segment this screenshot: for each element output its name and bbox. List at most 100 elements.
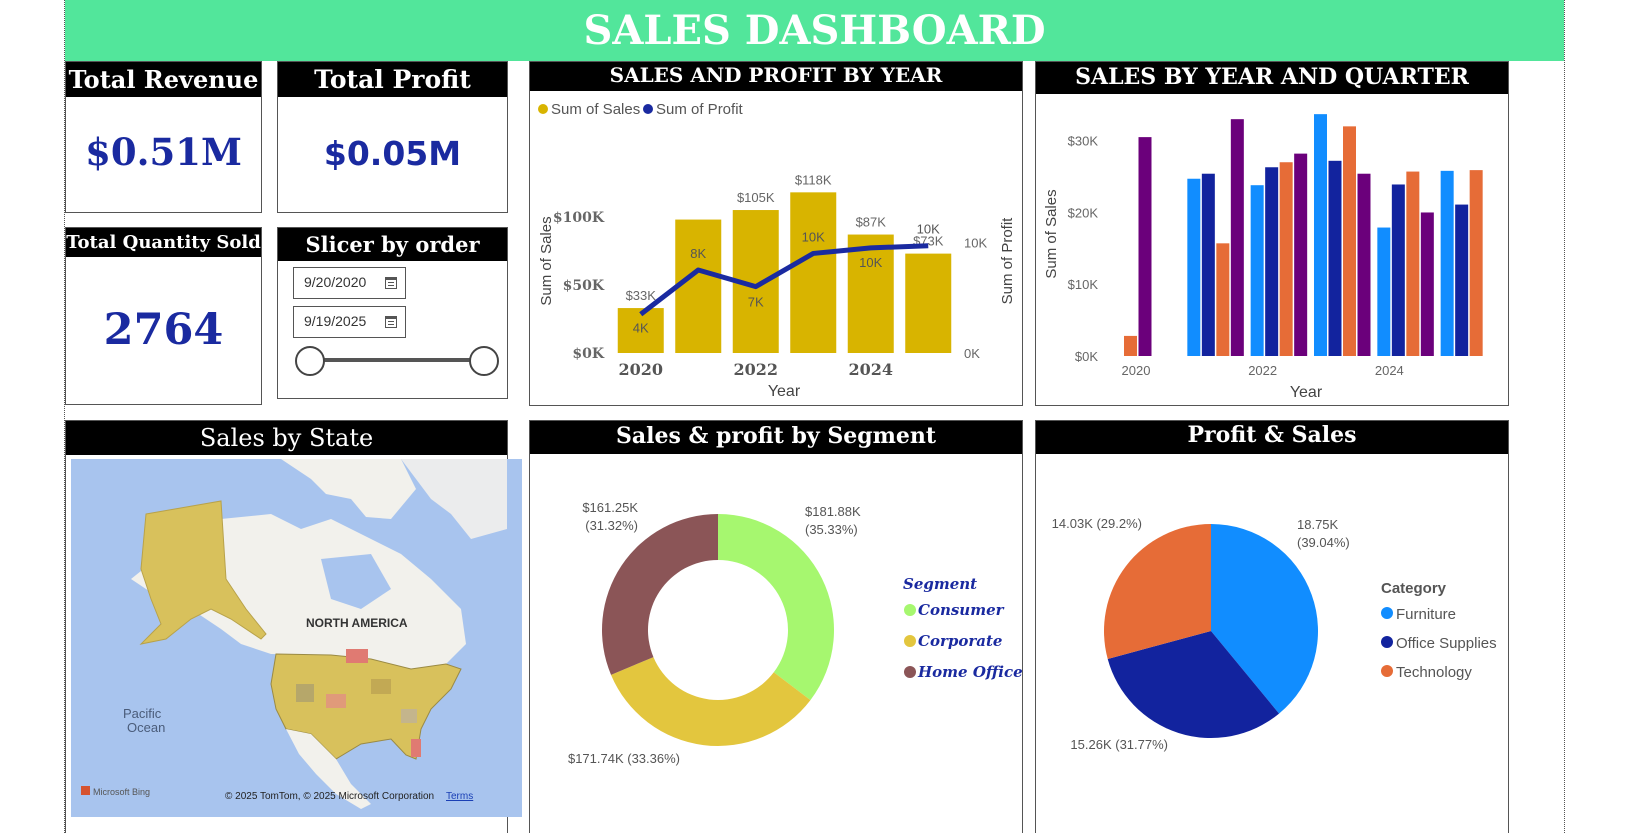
slicer-end-handle[interactable]	[469, 346, 499, 376]
kpi-total-revenue-card[interactable]: Total Revenue $0.51M	[65, 61, 262, 213]
sales-bar	[790, 192, 837, 353]
profit-point-label: 10K	[917, 222, 940, 237]
sales-profit-by-segment-card: Sales & profit by Segment $181.88K (35.33…	[529, 420, 1023, 833]
y2-axis-title: Sum of Profit	[999, 217, 1016, 305]
quarter-bar	[1279, 162, 1293, 356]
profit-point-label: 7K	[748, 295, 764, 310]
slice-value-label: $181.88K	[805, 504, 861, 519]
profit-sales-by-category-card: Profit & Sales 18.75K (39.04%) 15.26K (31.…	[1035, 420, 1509, 833]
sales-profit-by-year-card: SALES AND PROFIT BY YEAR Sum of Sales Sum…	[529, 61, 1023, 406]
legend-profit-marker	[643, 104, 653, 114]
kpi-total-profit-value: $0.05M	[323, 134, 462, 173]
map-ocean-label-2: Ocean	[127, 720, 165, 735]
x-axis-title: Year	[768, 383, 801, 400]
legend-marker	[1381, 636, 1393, 648]
profit-sales-by-category-chart: 18.75K (39.04%) 15.26K (31.77%) 14.03K (29.…	[1052, 516, 1497, 752]
sales-bar-label: $87K	[856, 215, 887, 230]
legend-label: Furniture	[1396, 606, 1456, 623]
x-tick-label: 2024	[848, 360, 893, 379]
slice-value-label: 14.03K (29.2%)	[1052, 516, 1142, 531]
slice-percent-label: (31.32%)	[585, 518, 638, 533]
profit-point-label: 4K	[633, 320, 649, 335]
map-brand: Microsoft Bing	[93, 787, 150, 797]
dashboard-title: SALES DASHBOARD	[65, 0, 1564, 61]
sales-by-state-map[interactable]: NORTH AMERICA Pacific Ocean Microsoft Bi…	[71, 459, 522, 817]
sales-by-year-quarter-chart: $0K $10K $20K $30K Sum of Sales Year 2020 2022 2…	[1043, 114, 1483, 401]
x-axis-title: Year	[1290, 384, 1323, 401]
slicer-start-date-input[interactable]: 9/20/2020	[293, 267, 406, 299]
y-tick-label: $0K	[572, 346, 604, 362]
kpi-total-revenue-label: Total Revenue	[66, 62, 261, 97]
x-tick-label: 2020	[1122, 363, 1151, 378]
quarter-bar	[1138, 137, 1152, 356]
slice-value-label: 18.75K	[1297, 517, 1339, 532]
segment-slice	[602, 514, 718, 675]
slicer-start-date-value: 9/20/2020	[304, 274, 367, 290]
quarter-bar	[1216, 243, 1230, 356]
sales-by-state-card: Sales by State NORTH AMERICA Pacific Oce…	[65, 420, 522, 833]
sales-by-year-quarter-card: SALES BY YEAR AND QUARTER $0K $10K $20K $30…	[1035, 61, 1509, 406]
y2-tick-label: 10K	[964, 235, 987, 250]
legend-label: Technology	[1396, 664, 1472, 681]
quarter-bar	[1314, 114, 1327, 356]
sales-profit-by-segment-chart: $181.88K (35.33%) $171.74K (33.36%) $161.25…	[568, 500, 1022, 766]
sales-bar	[847, 234, 894, 353]
quarter-bar	[1265, 167, 1279, 356]
legend-label: Home Office	[917, 663, 1022, 681]
y-tick-label: $100K	[553, 210, 605, 226]
date-slicer-card: Slicer by order date 9/20/2020 9/19/2025	[277, 227, 508, 399]
y-axis-title: Sum of Sales	[1043, 189, 1060, 278]
quarter-bar	[1124, 335, 1137, 356]
calendar-icon[interactable]	[385, 277, 397, 289]
quarter-bar	[1391, 184, 1405, 356]
slicer-end-date-input[interactable]: 9/19/2025	[293, 306, 406, 338]
slicer-start-handle[interactable]	[295, 346, 325, 376]
profit-sales-by-category-title: Profit & Sales	[1036, 421, 1508, 454]
quarter-bar	[1201, 173, 1215, 356]
sales-by-state-title: Sales by State	[66, 421, 507, 455]
x-tick-label: 2022	[733, 360, 778, 379]
kpi-total-profit-card[interactable]: Total Profit $0.05M	[277, 61, 508, 213]
map-terms-link[interactable]: Terms	[446, 791, 473, 802]
legend-label: Consumer	[918, 601, 1005, 619]
kpi-total-quantity-value: 2764	[103, 305, 224, 355]
sales-profit-by-year-chart: Sum of Sales Sum of Profit $0K $50K $100K 0K 1…	[538, 101, 1016, 400]
legend-marker	[904, 604, 916, 616]
quarter-bar	[1357, 173, 1371, 356]
y-tick-label: $0K	[1075, 349, 1098, 364]
slice-value-label: $171.74K (33.36%)	[568, 751, 680, 766]
calendar-icon[interactable]	[385, 316, 397, 328]
y-tick-label: $30K	[1068, 134, 1099, 149]
quarter-bar	[1406, 171, 1420, 356]
quarter-bar	[1250, 185, 1264, 356]
sales-bar	[905, 253, 952, 353]
profit-point-label: 10K	[802, 229, 825, 244]
kpi-total-profit-label: Total Profit	[278, 62, 507, 97]
legend-label: Corporate	[918, 632, 1002, 650]
x-tick-label: 2020	[618, 360, 663, 379]
sales-profit-by-year-title: SALES AND PROFIT BY YEAR	[530, 62, 1022, 91]
y-tick-label: $10K	[1068, 277, 1099, 292]
y-tick-label: $20K	[1068, 205, 1099, 220]
quarter-bar	[1187, 178, 1201, 356]
legend-marker	[1381, 665, 1393, 677]
map-region-label: NORTH AMERICA	[306, 616, 408, 630]
legend-profit-label: Sum of Profit	[656, 101, 744, 118]
kpi-total-revenue-value: $0.51M	[85, 130, 242, 174]
kpi-total-quantity-card[interactable]: Total Quantity Sold 2764	[65, 227, 262, 405]
quarter-bar	[1420, 212, 1434, 356]
north-america-map: NORTH AMERICA Pacific Ocean Microsoft Bi…	[71, 459, 507, 817]
slice-value-label: 15.26K (31.77%)	[1070, 737, 1168, 752]
legend-sales-marker	[538, 104, 548, 114]
y-tick-label: $50K	[563, 278, 605, 294]
slice-percent-label: (35.33%)	[805, 522, 858, 537]
date-slicer-label: Slicer by order date	[278, 228, 507, 290]
quarter-bar	[1230, 119, 1244, 356]
slicer-range-track[interactable]	[308, 358, 488, 362]
legend-sales-label: Sum of Sales	[551, 101, 640, 118]
slice-value-label: $161.25K	[582, 500, 638, 515]
sales-bar-label: $105K	[737, 190, 775, 205]
profit-point-label: 8K	[690, 246, 706, 261]
profit-point-label: 10K	[859, 255, 882, 270]
map-attribution: © 2025 TomTom, © 2025 Microsoft Corporat…	[225, 791, 434, 802]
